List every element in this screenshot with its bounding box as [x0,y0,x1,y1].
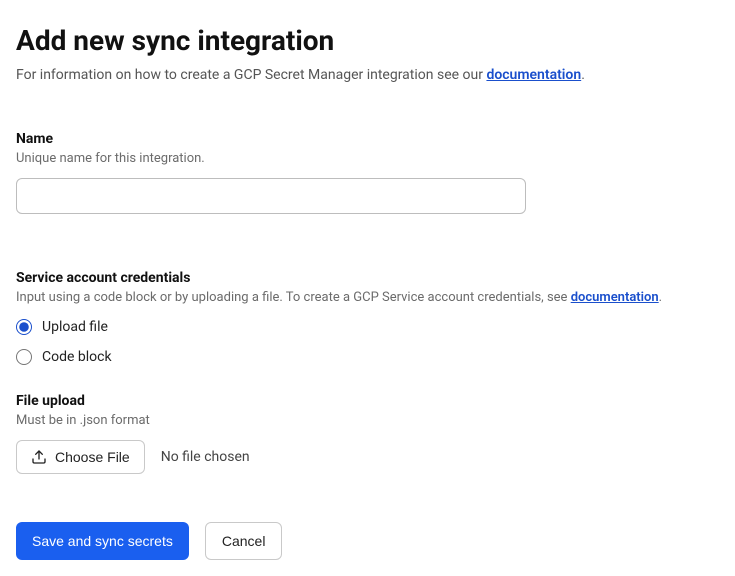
documentation-link[interactable]: documentation [486,67,581,83]
file-upload-label: File upload [16,393,719,409]
cancel-button[interactable]: Cancel [205,522,283,560]
subtitle-text: For information on how to create a GCP S… [16,67,486,83]
button-row: Save and sync secrets Cancel [16,522,719,560]
radio-row-code: Code block [16,349,719,365]
page-subtitle: For information on how to create a GCP S… [16,67,719,83]
file-status: No file chosen [161,449,250,465]
radio-upload-label[interactable]: Upload file [42,319,108,335]
credentials-section: Service account credentials Input using … [16,270,719,365]
credentials-radio-group: Upload file Code block [16,319,719,365]
credentials-hint-suffix: . [659,290,662,305]
choose-file-button[interactable]: Choose File [16,440,145,474]
name-section: Name Unique name for this integration. [16,131,719,246]
page-title: Add new sync integration [16,24,719,57]
credentials-label: Service account credentials [16,270,719,286]
subtitle-suffix: . [581,67,585,83]
radio-code-label[interactable]: Code block [42,349,112,365]
name-label: Name [16,131,719,147]
name-input[interactable] [16,178,526,214]
radio-upload-file[interactable] [16,319,32,335]
credentials-hint: Input using a code block or by uploading… [16,290,719,305]
file-upload-section: File upload Must be in .json format Choo… [16,393,719,474]
credentials-doc-link[interactable]: documentation [571,290,659,305]
radio-row-upload: Upload file [16,319,719,335]
save-button[interactable]: Save and sync secrets [16,522,189,560]
file-upload-hint: Must be in .json format [16,413,719,428]
upload-icon [31,449,47,465]
radio-code-block[interactable] [16,349,32,365]
credentials-hint-text: Input using a code block or by uploading… [16,290,571,305]
file-row: Choose File No file chosen [16,440,719,474]
name-hint: Unique name for this integration. [16,151,719,166]
choose-file-label: Choose File [55,449,130,465]
